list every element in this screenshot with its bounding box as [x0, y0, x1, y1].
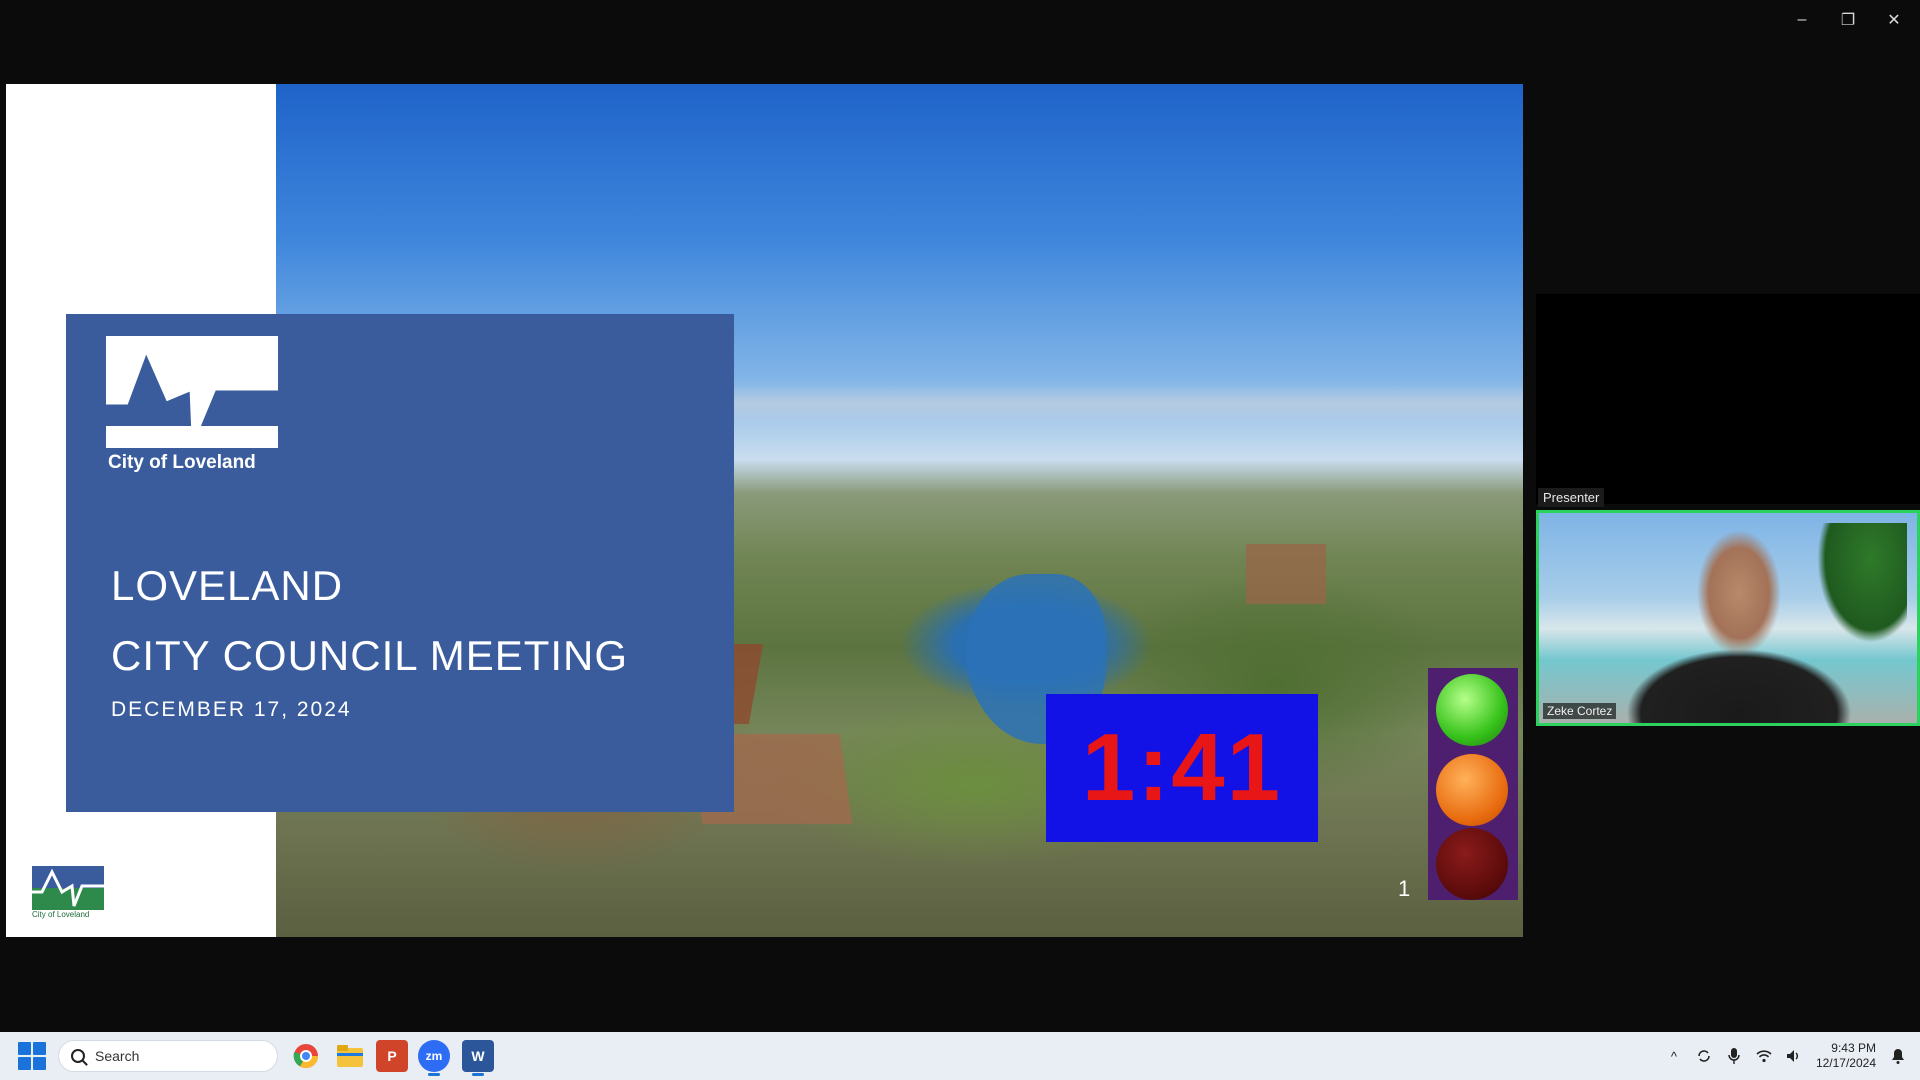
word-icon[interactable]: W: [462, 1040, 494, 1076]
building-roof: [1246, 544, 1326, 604]
minimize-button[interactable]: –: [1788, 6, 1816, 34]
slide-title-line-2: CITY COUNCIL MEETING: [111, 632, 629, 679]
screen: – ❐ ✕ City of Loveland LOVELAND CITY COU…: [0, 0, 1920, 1080]
countdown-timer: 1:41: [1046, 694, 1318, 842]
system-tray: ^ 9:43 PM 12/17/2024: [1666, 1032, 1920, 1080]
windows-logo-icon: [33, 1042, 46, 1055]
title-card: City of Loveland LOVELAND CITY COUNCIL M…: [66, 314, 734, 812]
palm-tree-background: [1817, 523, 1907, 643]
presenter-label: Presenter: [1538, 488, 1605, 507]
close-button[interactable]: ✕: [1880, 6, 1908, 34]
red-light-icon: [1436, 828, 1508, 900]
start-button[interactable]: [18, 1042, 46, 1070]
active-app-indicator: [472, 1073, 484, 1076]
orange-light-icon: [1436, 754, 1508, 826]
shared-slide: City of Loveland LOVELAND CITY COUNCIL M…: [6, 84, 1523, 937]
volume-icon[interactable]: [1786, 1048, 1802, 1064]
wifi-icon[interactable]: [1756, 1048, 1772, 1064]
notification-bell-icon[interactable]: [1890, 1048, 1906, 1064]
active-app-indicator: [428, 1073, 440, 1076]
powerpoint-icon[interactable]: P: [376, 1040, 408, 1072]
clock-date: 12/17/2024: [1815, 1056, 1876, 1070]
word-icon-glyph: W: [471, 1048, 485, 1064]
small-logo-text: City of Loveland: [32, 910, 90, 919]
participant-video-tile[interactable]: Zeke Cortez: [1536, 510, 1920, 726]
taskbar: Search P zm W ^ 9:43 PM 12/17/2024: [0, 1032, 1920, 1080]
search-label: Search: [95, 1048, 140, 1064]
windows-logo-icon: [18, 1057, 31, 1070]
zoom-icon-glyph: zm: [425, 1049, 443, 1063]
restore-button[interactable]: ❐: [1834, 6, 1862, 34]
slide-number: 1: [1398, 876, 1411, 901]
windows-logo-icon: [18, 1042, 31, 1055]
city-logo-icon: [106, 336, 278, 448]
timer-value: 1:41: [1081, 714, 1283, 821]
chrome-icon[interactable]: [290, 1040, 322, 1072]
sync-icon[interactable]: [1696, 1048, 1712, 1064]
window-controls: – ❐ ✕: [1788, 6, 1908, 34]
file-explorer-icon[interactable]: [334, 1040, 366, 1072]
taskbar-clock[interactable]: 9:43 PM 12/17/2024: [1816, 1041, 1876, 1071]
microphone-icon[interactable]: [1726, 1048, 1742, 1064]
green-light-icon: [1436, 674, 1508, 746]
zoom-icon[interactable]: zm: [418, 1040, 450, 1076]
chevron-up-icon[interactable]: ^: [1666, 1048, 1682, 1064]
windows-logo-icon: [33, 1057, 46, 1070]
city-logo-text: City of Loveland: [108, 452, 256, 473]
search-icon: [71, 1049, 85, 1063]
clock-time: 9:43 PM: [1831, 1041, 1876, 1055]
participant-name: Zeke Cortez: [1543, 703, 1617, 719]
city-logo: [106, 336, 278, 448]
video-tile-empty: [1536, 294, 1920, 504]
slide-title-line-1: LOVELAND: [111, 562, 344, 609]
taskbar-search[interactable]: Search: [58, 1040, 278, 1072]
traffic-light: [1428, 668, 1518, 900]
slide-date: DECEMBER 17, 2024: [111, 698, 352, 721]
